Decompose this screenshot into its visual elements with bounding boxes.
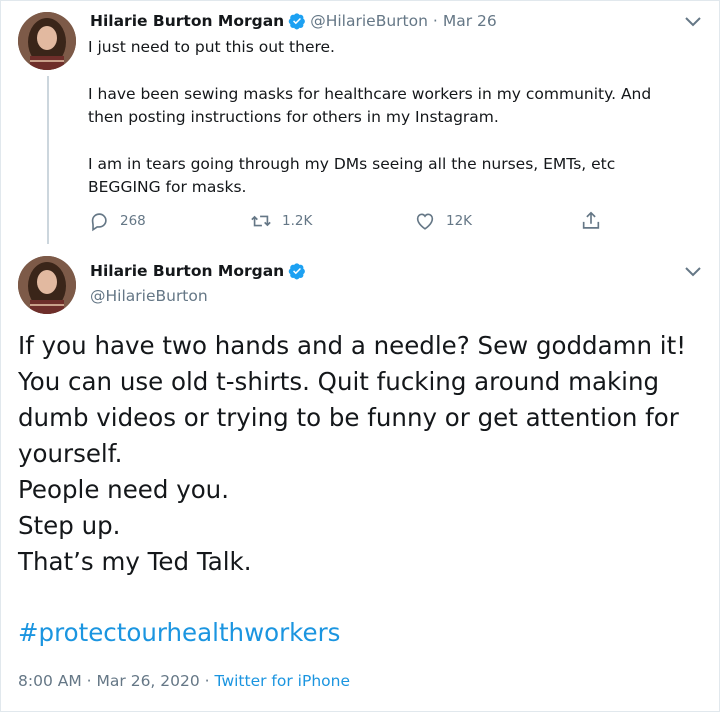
retweet-icon bbox=[251, 215, 271, 227]
tweet2-line: You can use old t-shirts. Quit fucking a… bbox=[18, 367, 660, 396]
tweet-meta: 8:00 AM · Mar 26, 2020 · Twitter for iPh… bbox=[18, 672, 350, 690]
reply-button[interactable]: 268 bbox=[88, 210, 146, 232]
like-icon bbox=[416, 213, 434, 230]
author-name[interactable]: Hilarie Burton Morgan bbox=[90, 262, 284, 280]
tweet-time[interactable]: 8:00 AM bbox=[18, 672, 82, 690]
tweet2-line: dumb videos or trying to be funny or get… bbox=[18, 403, 679, 432]
tweet2-line: That’s my Ted Talk. bbox=[18, 547, 252, 576]
thread-line bbox=[47, 76, 49, 244]
tweet1-actions: 268 1.2K 12K bbox=[88, 210, 608, 234]
tweet1-text: I just need to put this out there. I hav… bbox=[88, 36, 688, 199]
avatar[interactable] bbox=[18, 12, 76, 70]
hashtag-link[interactable]: #protectourhealthworkers bbox=[18, 618, 340, 647]
tweet2-header: Hilarie Burton Morgan bbox=[90, 262, 310, 280]
tweet-source-link[interactable]: Twitter for iPhone bbox=[215, 672, 350, 690]
separator: · bbox=[86, 672, 92, 690]
tweet1-line: BEGGING for masks. bbox=[88, 178, 247, 196]
reply-icon bbox=[91, 213, 107, 232]
reply-count: 268 bbox=[120, 213, 146, 229]
verified-badge-icon bbox=[288, 13, 306, 30]
author-handle[interactable]: @HilarieBurton bbox=[310, 12, 428, 30]
tweet1-line: then posting instructions for others in … bbox=[88, 108, 499, 126]
separator: · bbox=[204, 672, 210, 690]
tweet1-line: I am in tears going through my DMs seein… bbox=[88, 155, 616, 173]
retweet-button[interactable]: 1.2K bbox=[250, 210, 312, 232]
like-button[interactable]: 12K bbox=[414, 210, 472, 232]
separator: · bbox=[432, 12, 438, 30]
tweet2-text: If you have two hands and a needle? Sew … bbox=[18, 328, 708, 580]
tweet2-line: yourself. bbox=[18, 439, 123, 468]
tweet1-line: I have been sewing masks for healthcare … bbox=[88, 85, 652, 103]
retweet-count: 1.2K bbox=[282, 213, 313, 229]
avatar[interactable] bbox=[18, 256, 76, 314]
like-count: 12K bbox=[446, 213, 473, 229]
tweet-date[interactable]: Mar 26 bbox=[443, 12, 497, 30]
verified-badge-icon bbox=[288, 263, 306, 280]
tweet1-header: Hilarie Burton Morgan @HilarieBurton · M… bbox=[90, 12, 497, 30]
chevron-down-icon[interactable] bbox=[684, 266, 702, 278]
share-button[interactable] bbox=[580, 210, 612, 232]
tweet1-line: I just need to put this out there. bbox=[88, 38, 335, 56]
tweet-date[interactable]: Mar 26, 2020 bbox=[97, 672, 200, 690]
tweet2-line: If you have two hands and a needle? Sew … bbox=[18, 331, 687, 360]
share-icon bbox=[582, 211, 600, 229]
author-handle[interactable]: @HilarieBurton bbox=[90, 287, 208, 305]
chevron-down-icon[interactable] bbox=[684, 16, 702, 28]
tweet2-line: People need you. bbox=[18, 475, 230, 504]
author-name[interactable]: Hilarie Burton Morgan bbox=[90, 12, 284, 30]
tweet2-line: Step up. bbox=[18, 511, 121, 540]
